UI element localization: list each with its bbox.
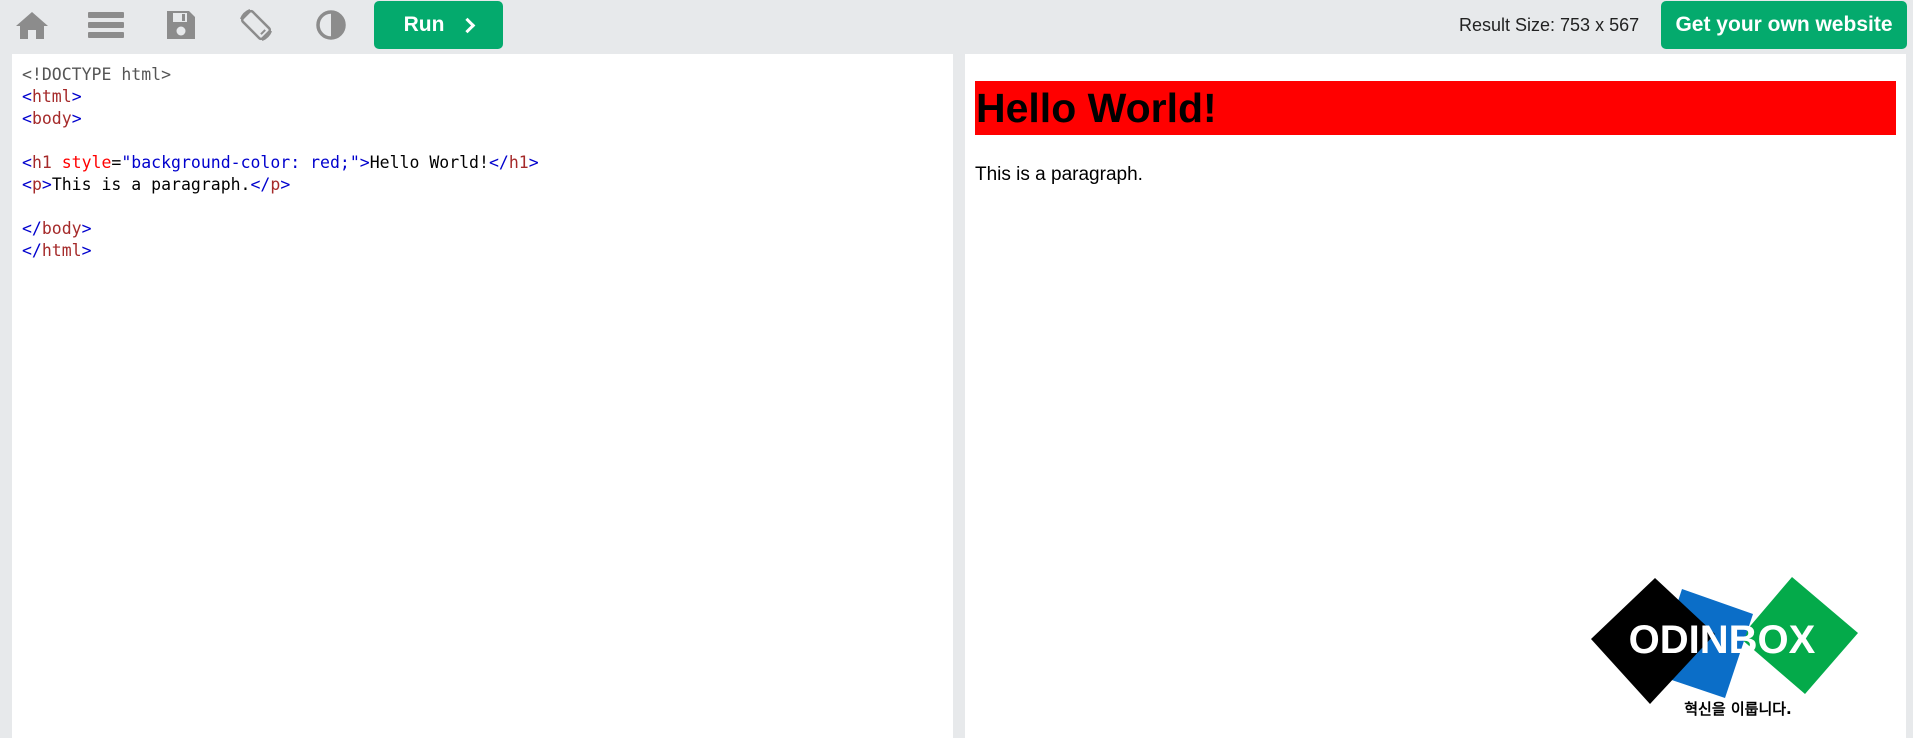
menu-icon[interactable] [84,6,128,44]
get-your-own-website-label: Get your own website [1675,13,1893,36]
toolbar: Run Result Size: 753 x 567 Get your own … [0,0,1913,53]
code-line-text: <!DOCTYPE html> [22,65,172,84]
run-button[interactable]: Run [374,1,503,49]
get-your-own-website-button[interactable]: Get your own website [1661,1,1907,49]
code-line: <!DOCTYPE html> [22,64,539,86]
save-icon[interactable] [159,6,203,44]
run-button-label: Run [403,13,445,36]
rotate-icon[interactable] [234,6,278,44]
code-line: <h1 style="background-color: red;">Hello… [22,153,539,172]
home-icon[interactable] [10,6,54,44]
code-line: </html> [22,241,92,260]
result-paragraph: This is a paragraph. [975,164,1143,185]
svg-text:혁신을 이룹니다.: 혁신을 이룹니다. [1684,700,1792,718]
odinbox-logo: ODINBOX 혁신을 이룹니다. [1580,574,1860,724]
result-size-label: Result Size: 753 x 567 [1459,15,1640,35]
code-line: <p>This is a paragraph.</p> [22,175,291,194]
result-heading: Hello World! [975,81,1896,135]
code-content[interactable]: <!DOCTYPE html> <html> <body> <h1 style=… [22,64,539,262]
chevron-right-icon [460,17,476,33]
svg-text:ODINBOX: ODINBOX [1629,618,1816,662]
code-line: <html> [22,87,82,106]
code-line: <body> [22,109,82,128]
code-line: </body> [22,219,92,238]
pane-splitter[interactable] [953,54,965,738]
contrast-icon[interactable] [309,6,353,44]
code-editor[interactable]: <!DOCTYPE html> <html> <body> <h1 style=… [12,54,953,738]
